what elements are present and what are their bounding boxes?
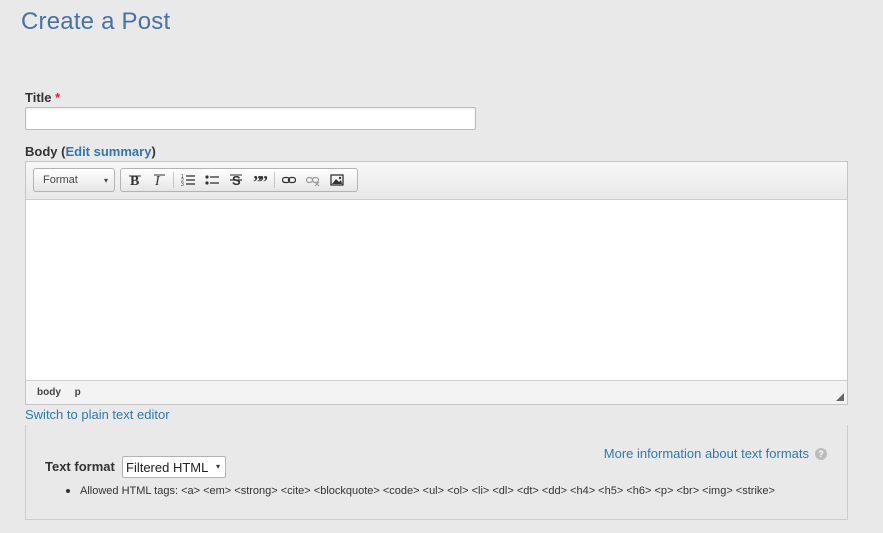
chevron-down-icon: ▾: [103, 176, 108, 185]
bullet-icon: [66, 489, 70, 493]
switch-to-plain-text-link[interactable]: Switch to plain text editor: [25, 407, 170, 422]
bulleted-list-icon: [205, 175, 219, 185]
body-label: Body (Edit summary): [25, 144, 156, 159]
editor-content-area[interactable]: [26, 200, 847, 381]
blockquote-button[interactable]: ” ”: [248, 169, 272, 191]
svg-text:I: I: [154, 174, 161, 187]
blockquote-icon: ” ”: [253, 173, 267, 187]
allowed-tags-item: Allowed HTML tags: <a> <em> <strong> <ci…: [66, 485, 775, 497]
more-info-row: More information about text formats ?: [604, 446, 827, 461]
title-label-text: Title: [25, 90, 52, 105]
svg-text:”: ”: [259, 173, 267, 187]
more-info-link[interactable]: More information about text formats: [604, 446, 809, 461]
svg-text:3: 3: [181, 182, 184, 187]
body-label-suffix: ): [151, 144, 156, 159]
edit-summary-link[interactable]: Edit summary: [65, 144, 151, 159]
element-path: body p: [37, 387, 92, 398]
strikethrough-icon: S: [230, 173, 242, 187]
format-dropdown-label: Format: [43, 174, 78, 186]
numbered-list-icon: 1 2 3: [181, 174, 195, 187]
link-button[interactable]: [277, 169, 301, 191]
unlink-button[interactable]: [301, 169, 325, 191]
text-format-selected: Filtered HTML: [126, 460, 209, 475]
text-format-label: Text format: [45, 459, 115, 474]
format-dropdown[interactable]: Format ▾: [33, 168, 115, 192]
editor-toolbar: Format ▾ B I 1 2 3 S ”: [26, 162, 847, 200]
rich-text-editor: Format ▾ B I 1 2 3 S ” body p: [25, 161, 848, 405]
link-icon: [282, 176, 296, 184]
body-label-prefix: Body (: [25, 144, 66, 159]
italic-icon: I: [154, 174, 165, 187]
element-path-item[interactable]: body: [37, 387, 61, 398]
title-label: Title *: [25, 90, 60, 105]
italic-button[interactable]: I: [147, 169, 171, 191]
allowed-tags-text: Allowed HTML tags: <a> <em> <strong> <ci…: [80, 485, 775, 497]
page-title: Create a Post: [21, 8, 171, 35]
bold-icon: B: [129, 174, 141, 187]
toolbar-separator: [173, 172, 174, 188]
resize-handle-icon[interactable]: [836, 393, 844, 401]
unlink-icon: [306, 176, 320, 187]
title-input[interactable]: [25, 107, 476, 130]
bold-button[interactable]: B: [123, 169, 147, 191]
element-path-item[interactable]: p: [75, 387, 81, 398]
numbered-list-button[interactable]: 1 2 3: [176, 169, 200, 191]
text-format-select[interactable]: Filtered HTML ▾: [122, 456, 226, 478]
toolbar-button-group: B I 1 2 3 S ”: [120, 168, 358, 192]
strikethrough-button[interactable]: S: [224, 169, 248, 191]
text-format-panel: More information about text formats ? Te…: [25, 425, 848, 520]
required-mark: *: [55, 90, 61, 105]
help-icon: ?: [815, 447, 827, 460]
image-icon: [330, 174, 344, 186]
toolbar-separator: [274, 172, 275, 188]
image-button[interactable]: [325, 169, 349, 191]
chevron-down-icon: ▾: [215, 462, 220, 471]
bulleted-list-button[interactable]: [200, 169, 224, 191]
